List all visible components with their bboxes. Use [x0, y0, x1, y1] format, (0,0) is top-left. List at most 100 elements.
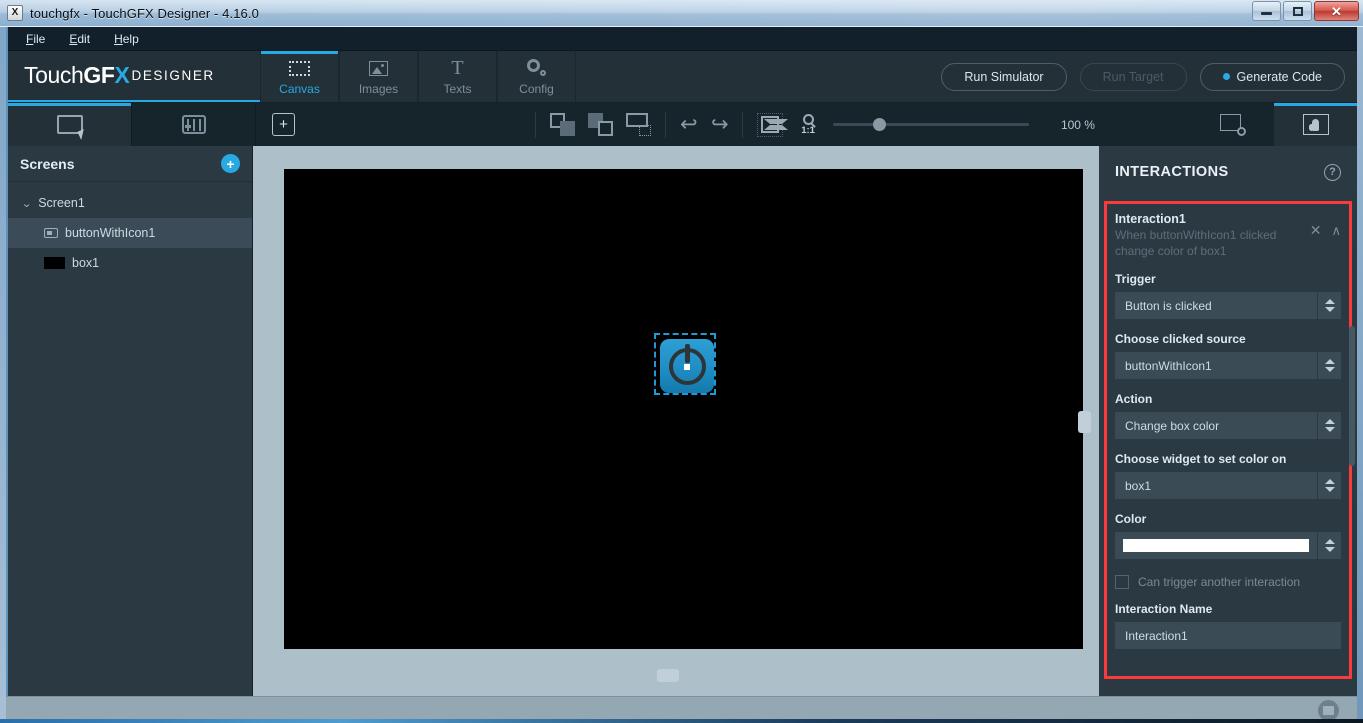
power-button-icon[interactable]: [660, 339, 714, 393]
close-button[interactable]: ✕: [1314, 1, 1359, 21]
color-picker-spinner[interactable]: [1317, 532, 1341, 559]
logo-touch: Touch: [24, 62, 84, 88]
interaction-heading: Interaction1: [1115, 212, 1186, 226]
color-swatch[interactable]: [1123, 539, 1309, 552]
interaction-description-line2: change color of box1: [1115, 244, 1227, 258]
action-dropdown-spinner[interactable]: [1317, 412, 1341, 439]
logo-subtitle: DESIGNER: [131, 68, 215, 83]
tab-texts[interactable]: T Texts: [418, 51, 497, 102]
tab-canvas[interactable]: Canvas: [260, 51, 339, 102]
chevron-up-icon[interactable]: ∧: [1331, 224, 1341, 237]
can-trigger-checkbox[interactable]: [1115, 575, 1129, 589]
menu-item-file[interactable]: File: [14, 30, 57, 48]
toolbar-main-group: + ↩ ↩ 1:1 100 %: [256, 103, 1191, 146]
menu-bar: File Edit Help: [8, 27, 1357, 51]
tab-config[interactable]: Config: [497, 51, 576, 102]
widgets-tool-button[interactable]: [132, 103, 256, 146]
button-widget-icon: [44, 228, 58, 238]
dotted-rectangle-icon: [289, 58, 310, 79]
tree-item-box1-label: box1: [72, 256, 100, 270]
can-trigger-label: Can trigger another interaction: [1138, 575, 1301, 589]
main-tabs: Canvas Images T Texts Config: [260, 51, 576, 102]
can-trigger-row[interactable]: Can trigger another interaction: [1115, 575, 1341, 589]
canvas-horizontal-scrollbar[interactable]: [657, 669, 679, 682]
minimize-button[interactable]: [1252, 1, 1281, 21]
body-split: Screens + ⌄ Screen1 buttonWithIcon1 box1: [8, 146, 1357, 696]
tree-item-screen1[interactable]: ⌄ Screen1: [8, 188, 252, 218]
action-dropdown-value: Change box color: [1115, 412, 1317, 439]
power-symbol: [668, 343, 706, 385]
tab-canvas-label: Canvas: [279, 81, 320, 96]
gear-icon: [526, 58, 547, 79]
run-simulator-button[interactable]: Run Simulator: [941, 62, 1067, 91]
maximize-button[interactable]: [1283, 1, 1312, 21]
clicked-source-dropdown-spinner[interactable]: [1317, 352, 1341, 379]
add-screen-button[interactable]: +: [221, 154, 240, 173]
tab-config-label: Config: [519, 81, 554, 96]
undo-icon[interactable]: ↩: [680, 114, 698, 135]
interactions-title: INTERACTIONS: [1115, 164, 1229, 180]
zoom-slider-track: [832, 123, 1029, 126]
tab-images[interactable]: Images: [339, 51, 418, 102]
align-tool-icon[interactable]: [626, 113, 651, 136]
screen-settings-button[interactable]: [1191, 103, 1274, 146]
bring-to-front-icon[interactable]: [550, 113, 575, 136]
color-picker[interactable]: [1115, 532, 1341, 559]
help-icon[interactable]: ?: [1324, 163, 1341, 181]
app-header: TouchGFX DESIGNER Canvas Images T Texts: [8, 51, 1357, 103]
header-actions: Run Simulator Run Target Generate Code: [941, 51, 1357, 102]
generate-code-button[interactable]: Generate Code: [1199, 62, 1345, 91]
interaction-header-text: Interaction1 When buttonWithIcon1 clicke…: [1115, 212, 1310, 259]
canvas-vertical-scrollbar[interactable]: [1078, 411, 1091, 433]
widget-color-target-dropdown[interactable]: box1: [1115, 472, 1341, 499]
redo-icon[interactable]: ↩: [711, 113, 729, 136]
zoom-slider[interactable]: [832, 118, 1029, 132]
color-swatch-container[interactable]: [1115, 532, 1317, 559]
selected-widget-buttonwithicon1[interactable]: [654, 333, 716, 395]
close-icon[interactable]: ✕: [1310, 223, 1322, 237]
canvas-area[interactable]: [253, 146, 1099, 696]
action-label: Action: [1115, 392, 1153, 406]
sliders-icon: [181, 115, 206, 134]
tree-item-screen1-label: Screen1: [38, 196, 85, 210]
fit-to-screen-icon[interactable]: [757, 112, 789, 137]
text-t-icon: T: [451, 56, 464, 79]
history-group: ↩ ↩: [680, 113, 729, 136]
chevron-down-icon[interactable]: ⌄: [21, 197, 32, 210]
tree-item-buttonwithicon1[interactable]: buttonWithIcon1: [8, 218, 252, 248]
interaction-name-input[interactable]: Interaction1: [1115, 622, 1341, 649]
generate-code-status-dot: [1222, 73, 1230, 80]
interactions-panel-scrollbar[interactable]: [1349, 326, 1355, 466]
widget-color-target-value: box1: [1115, 472, 1317, 499]
save-status-icon[interactable]: [1318, 699, 1339, 721]
menu-edit-rest: dit: [77, 31, 91, 46]
add-widget-button[interactable]: +: [272, 113, 295, 136]
zoom-percent-label: 100 %: [1060, 117, 1095, 132]
canvas-screen[interactable]: [284, 169, 1083, 649]
menu-item-edit[interactable]: Edit: [57, 30, 102, 48]
clicked-source-label: Choose clicked source: [1115, 332, 1246, 346]
trigger-dropdown-spinner[interactable]: [1317, 292, 1341, 319]
logo-x: X: [114, 62, 130, 88]
layer-order-group: [550, 113, 651, 136]
logo-text: TouchGFX: [24, 62, 130, 89]
clicked-source-dropdown[interactable]: buttonWithIcon1: [1115, 352, 1341, 379]
color-label: Color: [1115, 512, 1147, 526]
interaction-mode-button[interactable]: [1274, 103, 1357, 146]
zoom-slider-handle[interactable]: [872, 118, 886, 131]
menu-help-rest: elp: [122, 31, 139, 46]
tree-item-box1[interactable]: box1: [8, 248, 252, 278]
zoom-one-to-one-button[interactable]: 1:1: [801, 113, 815, 136]
tab-texts-label: Texts: [443, 81, 472, 96]
send-to-back-icon[interactable]: [588, 113, 613, 136]
interaction-editor: Interaction1 When buttonWithIcon1 clicke…: [1099, 198, 1357, 649]
select-tool-button[interactable]: [8, 103, 132, 146]
action-dropdown[interactable]: Change box color: [1115, 412, 1341, 439]
trigger-dropdown[interactable]: Button is clicked: [1115, 292, 1341, 319]
main-window: File Edit Help TouchGFX DESIGNER Canvas …: [6, 27, 1357, 696]
image-icon: [369, 58, 388, 79]
window-controls: ✕: [1252, 1, 1359, 21]
toolbar-divider-1: [535, 111, 536, 138]
menu-item-help[interactable]: Help: [102, 30, 151, 48]
widget-color-target-spinner[interactable]: [1317, 472, 1341, 499]
